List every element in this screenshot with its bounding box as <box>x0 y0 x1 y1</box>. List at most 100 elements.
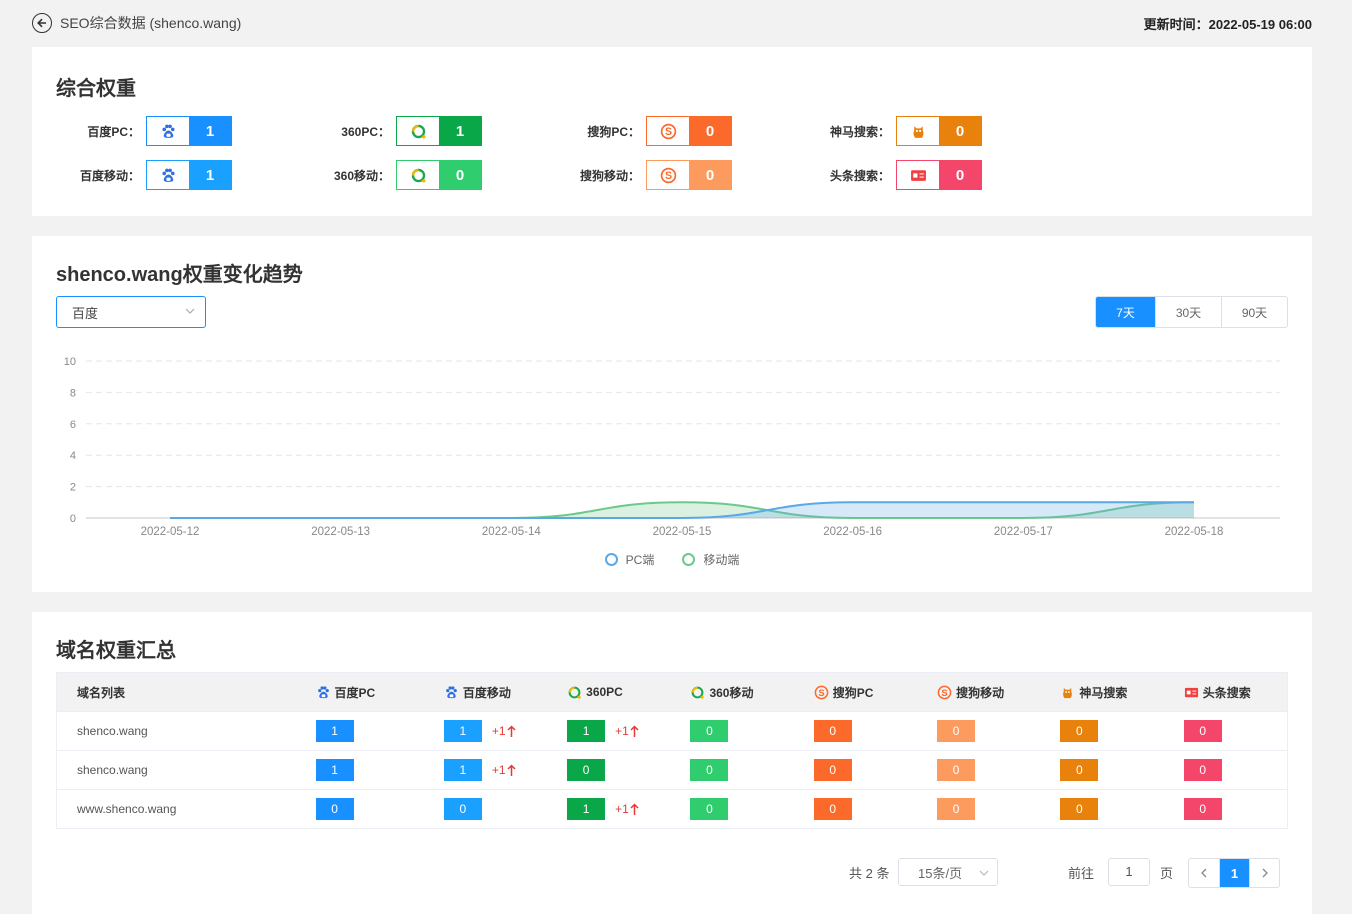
weight-badge: S 0 <box>646 116 732 146</box>
weight-item: 神马搜索： 0 <box>806 116 1056 146</box>
360-icon <box>690 685 705 700</box>
range-button[interactable]: 30天 <box>1155 297 1221 327</box>
goto-page-input[interactable]: 1 <box>1108 858 1150 886</box>
weight-badge: 0 <box>937 759 976 781</box>
domain-name: shenco.wang <box>77 763 148 777</box>
weight-item: 360移动： 0 <box>306 160 556 190</box>
page-size-value: 15条/页 <box>918 865 963 881</box>
column-header-label: 头条搜索 <box>1202 685 1251 700</box>
weight-cell: 0 <box>296 790 424 828</box>
page-word: 页 <box>1160 866 1174 881</box>
page-number-button[interactable]: 1 <box>1219 859 1249 887</box>
weight-badge: 1 <box>315 759 354 781</box>
weight-cell: 1 +1 <box>424 712 547 750</box>
top-bar: SEO综合数据 (shenco.wang) 更新时间：2022-05-19 06… <box>32 10 1312 36</box>
column-header: 360移动 <box>670 673 793 711</box>
weight-badge: 0 <box>1183 798 1222 820</box>
summary-title: 域名权重汇总 <box>56 640 176 662</box>
update-time: 更新时间：2022-05-19 06:00 <box>1144 14 1312 33</box>
toutiao-icon <box>897 161 939 189</box>
page-title: SEO综合数据 (shenco.wang) <box>60 15 242 31</box>
column-header-label: 域名列表 <box>77 685 126 700</box>
column-header: S 搜狗PC <box>794 673 917 711</box>
weight-badge: 0 <box>1183 759 1222 781</box>
weight-badge: 0 <box>315 798 354 820</box>
back-arrow-icon[interactable] <box>32 13 52 33</box>
weight-value: 0 <box>689 161 731 189</box>
weight-badge: 1 <box>443 720 482 742</box>
column-header: 百度移动 <box>424 673 547 711</box>
weight-badge: S 0 <box>646 160 732 190</box>
weight-label: 360移动： <box>333 168 390 183</box>
weight-value: 0 <box>439 161 481 189</box>
weight-value: 1 <box>189 117 231 145</box>
weight-value: 0 <box>939 117 981 145</box>
legend-item[interactable]: PC端 <box>604 551 655 568</box>
arrow-up-icon <box>506 763 516 776</box>
weight-label: 头条搜索： <box>829 168 890 183</box>
weight-label: 百度移动： <box>79 168 140 183</box>
overall-weight-title: 综合权重 <box>56 78 136 100</box>
weight-badge: 1 <box>315 720 354 742</box>
y-tick-label: 2 <box>70 482 76 494</box>
engine-select[interactable]: 百度 <box>56 296 206 328</box>
chart-legend: PC端 移动端 <box>32 551 1312 568</box>
column-header: 百度PC <box>296 673 424 711</box>
legend-label: PC端 <box>625 553 655 567</box>
domain-cell: www.shenco.wang <box>57 790 296 828</box>
legend-marker <box>682 553 696 566</box>
next-page-button[interactable] <box>1249 859 1279 887</box>
range-button[interactable]: 7天 <box>1096 297 1155 327</box>
page-size-select[interactable]: 15条/页 <box>898 858 998 886</box>
weight-label: 360PC： <box>341 124 390 139</box>
chevron-right-icon <box>1262 868 1268 878</box>
table-header: 域名列表 百度PC 百度移动 360PC 360移动 S 搜狗PC S 搜狗移动 神马搜索 头条搜索 <box>57 673 1287 711</box>
weight-value: 0 <box>689 117 731 145</box>
baidu-icon <box>316 685 331 700</box>
column-header-label: 百度移动 <box>462 685 511 700</box>
weight-change-value: +1 <box>615 724 629 738</box>
weight-grid: 百度PC： 1 360PC： 1 搜狗PC： S 0 神马搜索： 0 百度移动：… <box>56 116 1056 190</box>
range-button[interactable]: 90天 <box>1221 297 1287 327</box>
weight-badge: 0 <box>813 759 852 781</box>
update-time-label: 更新时间： <box>1143 16 1209 32</box>
weight-badge: 1 <box>567 798 606 820</box>
weight-label: 搜狗PC： <box>587 124 640 139</box>
weight-badge: 0 <box>1183 720 1222 742</box>
weight-badge: 0 <box>813 798 852 820</box>
x-tick-label: 2022-05-18 <box>1165 526 1224 538</box>
goto-label: 前往 <box>1068 866 1095 881</box>
weight-badge: 0 <box>896 160 982 190</box>
weight-cell: 0 <box>670 751 793 789</box>
trend-title: shenco.wang权重变化趋势 <box>56 264 303 286</box>
weight-label: 搜狗移动： <box>579 168 640 183</box>
weight-badge: 0 <box>443 798 482 820</box>
table-row: shenco.wang 1 1 +1 1 +1 0 0 0 0 0 <box>57 711 1287 750</box>
weight-cell: 1 +1 <box>547 790 670 828</box>
weight-badge: 0 <box>896 116 982 146</box>
prev-page-button[interactable] <box>1189 859 1219 887</box>
sogou-icon: S <box>814 685 829 700</box>
weight-cell: 0 <box>1164 712 1287 750</box>
weight-badge: 0 <box>937 720 976 742</box>
weight-cell: 0 <box>424 790 547 828</box>
weight-badge: 0 <box>1060 720 1099 742</box>
shenma-icon <box>1060 685 1075 700</box>
weight-cell: 0 <box>794 712 917 750</box>
x-tick-label: 2022-05-15 <box>653 526 712 538</box>
weight-cell: 1 <box>296 712 424 750</box>
page-buttons: 1 <box>1188 858 1280 888</box>
svg-text:S: S <box>818 687 824 697</box>
x-tick-label: 2022-05-14 <box>482 526 541 538</box>
column-header-label: 搜狗移动 <box>956 685 1005 700</box>
weight-change-value: +1 <box>615 802 629 816</box>
table-row: www.shenco.wang 0 0 1 +1 0 0 0 0 0 <box>57 789 1287 828</box>
baidu-icon <box>147 161 189 189</box>
column-header-label: 搜狗PC <box>832 685 874 700</box>
weight-item: 头条搜索： 0 <box>806 160 1056 190</box>
chevron-down-icon <box>979 870 989 876</box>
legend-item[interactable]: 移动端 <box>682 551 739 568</box>
weight-badge: 0 <box>813 720 852 742</box>
360-icon <box>397 117 439 145</box>
domain-name: shenco.wang <box>77 724 148 738</box>
